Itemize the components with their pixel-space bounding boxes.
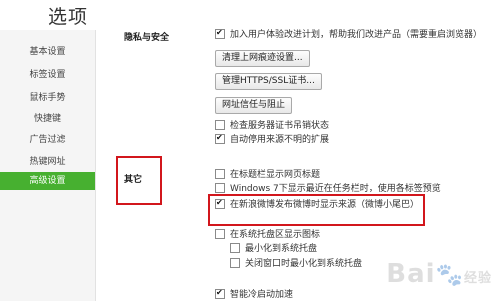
checkbox-show-page-title[interactable] <box>215 169 225 179</box>
checkbox-disable-unknown-extensions[interactable] <box>215 134 225 144</box>
watermark-logo: Bai🐾经验 <box>386 259 492 289</box>
option-close-to-tray[interactable]: 关闭窗口时最小化到系统托盘 <box>230 258 362 270</box>
checkbox-check-cert-revocation[interactable] <box>215 120 225 130</box>
site-trust-button[interactable]: 网址信任与阻止 <box>215 97 293 114</box>
privacy-section-heading: 隐私与安全 <box>124 33 170 43</box>
clear-traces-button[interactable]: 清理上网痕迹设置... <box>215 50 310 67</box>
manage-https-button[interactable]: 管理HTTPS/SSL证书... <box>215 73 322 90</box>
option-minimize-to-tray[interactable]: 最小化到系统托盘 <box>230 243 317 255</box>
checkbox-user-experience[interactable] <box>215 29 225 39</box>
sidebar-item-hotkey-urls[interactable]: 热键网址 <box>0 153 95 171</box>
sidebar-item-mouse-gestures[interactable]: 鼠标手势 <box>0 89 95 107</box>
checkbox-smart-cold-start[interactable] <box>215 289 225 299</box>
option-user-experience[interactable]: 加入用户体验改进计划，帮助我们改进产品（需要重启浏览器） <box>215 29 482 41</box>
checkbox-minimize-to-tray[interactable] <box>230 243 240 253</box>
option-check-cert-revocation[interactable]: 检查服务器证书吊销状态 <box>215 120 329 132</box>
paw-icon: 🐾 <box>435 263 464 288</box>
sidebar-item-ad-filter[interactable]: 广告过滤 <box>0 131 95 149</box>
sidebar-item-basic[interactable]: 基本设置 <box>0 43 95 61</box>
option-show-page-title[interactable]: 在标题栏显示网页标题 <box>215 169 320 181</box>
option-tray-icon[interactable]: 在系统托盘区显示图标 <box>215 229 320 241</box>
sidebar: 基本设置 标签设置 鼠标手势 快捷键 广告过滤 热键网址 高级设置 <box>0 30 96 301</box>
sidebar-item-shortcuts[interactable]: 快捷键 <box>0 110 95 128</box>
sidebar-item-advanced[interactable]: 高级设置 <box>0 172 95 190</box>
option-weibo-source[interactable]: 在新浪微博发布微博时显示来源（微博小尾巴） <box>215 199 419 211</box>
checkbox-win7-tab-preview[interactable] <box>215 183 225 193</box>
checkbox-tray-icon[interactable] <box>215 229 225 239</box>
checkbox-close-to-tray[interactable] <box>230 258 240 268</box>
other-section-heading: 其它 <box>124 175 143 185</box>
page-title: 选项 <box>48 6 89 28</box>
checkbox-weibo-source[interactable] <box>215 199 225 209</box>
sidebar-item-tabs[interactable]: 标签设置 <box>0 66 95 84</box>
option-disable-unknown-extensions[interactable]: 自动停用来源不明的扩展 <box>215 134 329 146</box>
option-smart-cold-start[interactable]: 智能冷启动加速 <box>215 289 293 301</box>
